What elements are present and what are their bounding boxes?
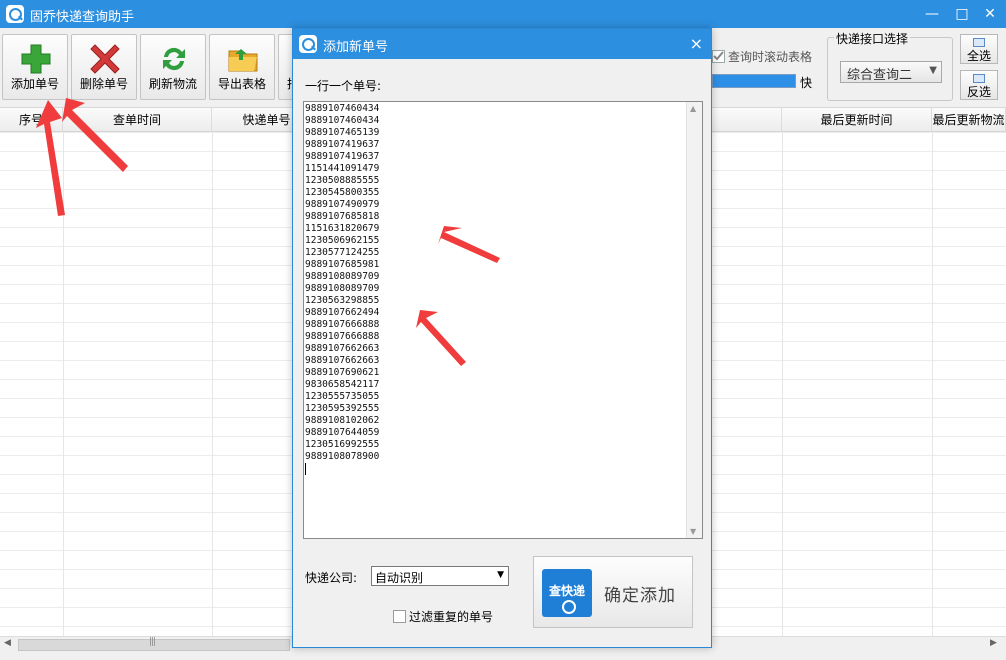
annotation-arrows bbox=[36, 98, 500, 366]
red-arrow-icon bbox=[36, 98, 500, 366]
